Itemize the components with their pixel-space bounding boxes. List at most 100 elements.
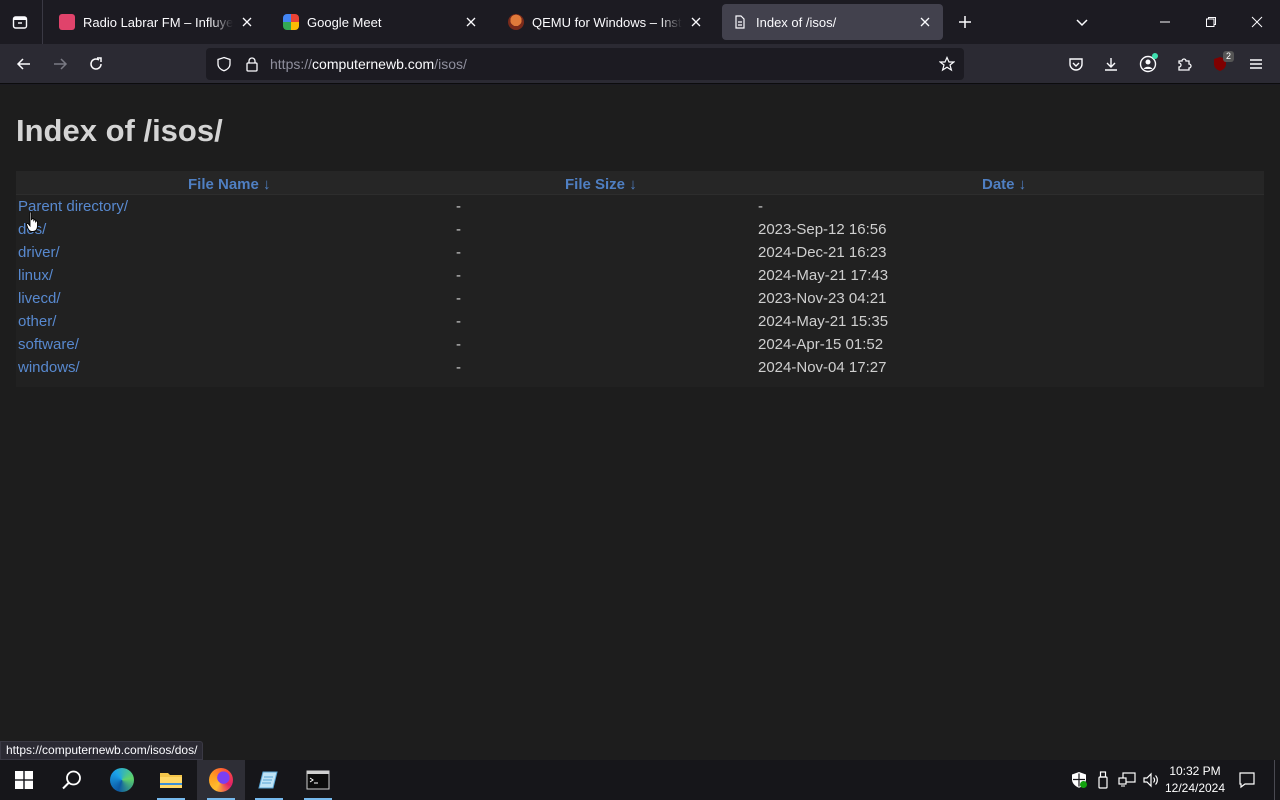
row-date: 2024-Dec-21 16:23 [758, 244, 887, 261]
row-link[interactable]: other/ [18, 313, 56, 330]
app-menu-button[interactable] [1240, 48, 1272, 80]
tab-radio-labrar[interactable]: Radio Labrar FM – Influye tus se [49, 4, 265, 40]
download-icon [1105, 58, 1117, 71]
row-link[interactable]: linux/ [18, 267, 53, 284]
table-body: Parent directory/-- dos/-2023-Sep-12 16:… [16, 195, 1264, 379]
firefox-view-icon [12, 16, 28, 29]
restore-button[interactable] [1195, 6, 1227, 38]
terminal-icon [306, 770, 330, 790]
notifications-tray-icon[interactable] [1237, 770, 1257, 790]
date-column-header[interactable]: Date ↓ [982, 176, 1026, 193]
clock-time: 10:32 PM [1169, 764, 1221, 778]
account-dot [1152, 53, 1158, 59]
row-link[interactable]: software/ [18, 336, 79, 353]
meet-favicon-icon [283, 14, 299, 30]
table-row: windows/ - 2024-Nov-04 17:27 [16, 356, 1264, 379]
system-clock[interactable]: 10:32 PM 12/24/2024 [1158, 763, 1232, 797]
reload-button[interactable] [80, 48, 112, 80]
back-button[interactable] [8, 48, 40, 80]
screen: Radio Labrar FM – Influye tus se Google … [0, 0, 1280, 800]
usb-tray-icon[interactable] [1093, 770, 1113, 790]
terminal-taskbar-button[interactable] [294, 760, 342, 800]
file-explorer-taskbar-button[interactable] [147, 760, 195, 800]
network-tray-icon[interactable] [1117, 770, 1137, 790]
security-tray-icon[interactable] [1069, 770, 1089, 790]
radio-favicon-icon [59, 14, 75, 30]
arrow-left-icon [16, 58, 30, 70]
chevron-down-icon [1076, 19, 1088, 27]
row-date: 2024-May-21 15:35 [758, 313, 889, 330]
firefox-icon [209, 768, 233, 792]
star-bookmark-icon[interactable] [939, 56, 955, 72]
minimize-button[interactable] [1149, 6, 1181, 38]
page-title: Index of /isos/ [16, 113, 223, 148]
navigation-toolbar: https://computernewb.com/isos/ 2 [0, 44, 1280, 84]
tab-strip-divider [42, 0, 43, 44]
plus-icon [959, 16, 971, 28]
file-listing-table: File Name ↓ File Size ↓ Date ↓ Parent di… [16, 171, 1264, 387]
firefox-taskbar-button[interactable] [197, 760, 245, 800]
tab-google-meet[interactable]: Google Meet [273, 4, 489, 40]
notepad-icon [258, 771, 278, 789]
edge-taskbar-button[interactable] [98, 760, 146, 800]
table-row: linux/ - 2024-May-21 17:43 [16, 264, 1264, 287]
row-date: 2023-Sep-12 16:56 [758, 221, 887, 238]
table-row: livecd/ - 2023-Nov-23 04:21 [16, 287, 1264, 310]
tab-qemu[interactable]: QEMU for Windows – Installers [498, 4, 714, 40]
show-desktop-button[interactable] [1274, 760, 1275, 800]
row-size: - [456, 244, 461, 261]
minimize-icon [1160, 21, 1170, 23]
hamburger-menu-icon [1250, 59, 1262, 69]
table-footer [16, 379, 1264, 387]
downloads-button[interactable] [1095, 48, 1127, 80]
tab-title: Index of /isos/ [756, 14, 837, 30]
clock-date: 12/24/2024 [1164, 781, 1226, 795]
pocket-icon [1069, 58, 1083, 71]
start-button[interactable] [0, 760, 48, 800]
ublock-button[interactable]: 2 [1204, 48, 1236, 80]
search-button[interactable] [48, 760, 96, 800]
tab-title: Radio Labrar FM – Influye tus se [83, 14, 233, 30]
notepad-taskbar-button[interactable] [245, 760, 293, 800]
new-tab-button[interactable] [949, 6, 981, 38]
url-path: /isos/ [434, 56, 467, 72]
forward-button[interactable] [44, 48, 76, 80]
close-icon[interactable] [688, 14, 704, 30]
reload-icon [90, 57, 102, 70]
folder-icon [160, 773, 182, 788]
close-icon[interactable] [917, 14, 933, 30]
windows-taskbar: 10:32 PM 12/24/2024 [0, 760, 1280, 800]
table-row: dos/-2023-Sep-12 16:56 [16, 218, 1264, 241]
close-icon[interactable] [463, 14, 479, 30]
page-favicon-icon [732, 14, 748, 30]
row-date: 2024-May-21 17:43 [758, 267, 889, 284]
url-text[interactable]: https://computernewb.com/isos/ [270, 56, 467, 72]
close-icon[interactable] [239, 14, 255, 30]
row-link[interactable]: driver/ [18, 244, 60, 261]
tab-index-isos[interactable]: Index of /isos/ [722, 4, 943, 40]
row-link[interactable]: windows/ [18, 359, 80, 376]
row-size: - [456, 359, 461, 376]
close-icon [1251, 16, 1263, 28]
table-row: other/ - 2024-May-21 15:35 [16, 310, 1264, 333]
close-window-button[interactable] [1241, 6, 1273, 38]
shield-icon[interactable] [216, 56, 232, 72]
table-row: driver/ - 2024-Dec-21 16:23 [16, 241, 1264, 264]
row-date: 2024-Nov-04 17:27 [758, 359, 887, 376]
row-link[interactable]: livecd/ [18, 290, 61, 307]
lock-icon[interactable] [244, 56, 260, 72]
account-button[interactable] [1132, 48, 1164, 80]
pocket-button[interactable] [1060, 48, 1092, 80]
row-size: - [456, 336, 461, 353]
list-all-tabs-button[interactable] [1066, 6, 1098, 38]
firefox-view-button[interactable] [0, 0, 40, 44]
restore-icon [1206, 17, 1216, 27]
windows-logo-icon [15, 771, 33, 789]
file-name-column-header[interactable]: File Name ↓ [188, 176, 271, 193]
url-bar[interactable]: https://computernewb.com/isos/ [206, 48, 964, 80]
extensions-button[interactable] [1168, 48, 1200, 80]
tab-strip: Radio Labrar FM – Influye tus se Google … [0, 0, 1280, 44]
file-size-column-header[interactable]: File Size ↓ [565, 176, 637, 193]
row-size: - [456, 267, 461, 284]
tab-title: Google Meet [307, 14, 382, 30]
